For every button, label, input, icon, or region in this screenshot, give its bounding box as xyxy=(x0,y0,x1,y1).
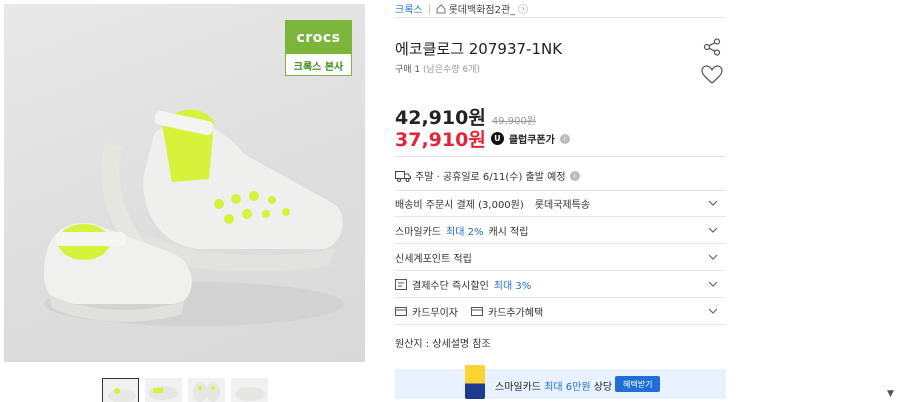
breadcrumb-divider xyxy=(428,3,430,14)
chevron-down-icon xyxy=(708,200,718,206)
chevron-down-icon xyxy=(708,254,718,260)
club-coupon-icon: U xyxy=(490,132,504,145)
card-icon xyxy=(395,307,407,316)
smile-card-image xyxy=(465,365,485,399)
breadcrumb-brand-link[interactable]: 크록스 xyxy=(395,1,423,16)
home-icon xyxy=(436,3,446,13)
thumbnail-1[interactable] xyxy=(102,378,139,402)
purchase-label: 구매 1 xyxy=(395,65,421,75)
banner-prefix: 스마일카드 xyxy=(495,382,541,393)
smile-card-banner[interactable]: 스마일카드 최대 6만원 상당 혜택 혜택받기 xyxy=(395,365,726,399)
option-shinsegae-point[interactable]: 신세계포인트 적립 xyxy=(395,245,726,271)
share-icon[interactable] xyxy=(703,38,721,56)
chevron-down-icon xyxy=(708,308,718,314)
option-label: 신세계포인트 적립 xyxy=(395,254,472,265)
option-label: 결제수단 즉시할인 xyxy=(412,281,489,292)
option-card-interest-free[interactable]: 카드무이자 카드추가혜택 xyxy=(395,299,726,325)
thumbnail-strip xyxy=(102,378,268,402)
chevron-right-icon: › xyxy=(518,3,529,14)
option-extra: 롯데국제특송 xyxy=(534,200,590,211)
chevron-down-icon xyxy=(708,281,718,287)
scroll-down-arrow-icon[interactable]: ▼ xyxy=(887,389,894,399)
crocs-logo: crocs xyxy=(286,21,351,54)
thumbnail-2[interactable] xyxy=(145,378,182,402)
coupon-price-row: 37,910원 U 클럽쿠폰가 i xyxy=(395,125,570,152)
option-label: 카드무이자 xyxy=(412,308,458,319)
coupon-price: 37,910원 xyxy=(395,129,486,151)
delivery-text: 주말 · 공휴일로 6/11(수) 출발 예정 xyxy=(415,172,566,183)
divider xyxy=(395,156,726,157)
banner-highlight: 최대 6만원 xyxy=(544,382,591,393)
brand-badge-label: 크록스 본사 xyxy=(293,61,344,73)
card-icon xyxy=(471,307,483,316)
info-icon[interactable]: i xyxy=(569,170,580,181)
breadcrumb-store-label: 롯데백화점2관_ xyxy=(448,5,516,16)
thumbnail-3[interactable] xyxy=(188,378,225,402)
scrollbar[interactable] xyxy=(881,0,900,402)
purchase-count: 구매 1 (남은수량 6개) xyxy=(395,62,480,75)
remaining-stock: (남은수량 6개) xyxy=(423,65,481,75)
option-shipping-fee[interactable]: 배송비 주문시 결제 (3,000원) 롯데국제특송 xyxy=(395,191,726,217)
option-smile-card[interactable]: 스마일카드 최대 2% 캐시 적립 xyxy=(395,218,726,244)
coupon-label: 클럽쿠폰가 xyxy=(508,135,555,146)
info-icon[interactable]: i xyxy=(559,133,570,144)
origin-info: 원산지 : 상세설명 참조 xyxy=(395,339,491,350)
delivery-info: 주말 · 공휴일로 6/11(수) 출발 예정 i xyxy=(395,168,580,183)
option-instant-discount[interactable]: 결제수단 즉시할인 최대 3% xyxy=(395,272,726,298)
get-benefit-button[interactable]: 혜택받기 xyxy=(615,376,661,392)
option-suffix: 캐시 적립 xyxy=(488,227,529,238)
thumbnail-4[interactable] xyxy=(231,378,268,402)
option-extra: 카드추가혜택 xyxy=(488,308,544,319)
heart-icon[interactable] xyxy=(701,65,723,85)
breadcrumb-store-link[interactable]: 롯데백화점2관_ › xyxy=(436,1,529,16)
banner-text: 스마일카드 최대 6만원 상당 혜택 xyxy=(495,378,634,393)
product-title: 에코클로그 207937-1NK xyxy=(395,40,563,58)
option-highlight: 최대 3% xyxy=(493,281,532,292)
option-label: 스마일카드 xyxy=(395,227,441,238)
breadcrumb: 크록스 롯데백화점2관_ › xyxy=(395,0,726,18)
option-label: 배송비 주문시 결제 (3,000원) xyxy=(395,200,524,211)
chevron-down-icon xyxy=(708,227,718,233)
option-highlight: 최대 2% xyxy=(446,227,484,238)
main-product-image[interactable]: crocs 크록스 본사 xyxy=(4,4,365,362)
receipt-icon xyxy=(395,279,407,290)
truck-icon xyxy=(395,170,411,182)
crocs-brand-badge: crocs 크록스 본사 xyxy=(285,20,352,76)
product-page: crocs 크록스 본사 크록스 롯데백화점2관_ › 에코클로그 207937… xyxy=(0,0,900,402)
